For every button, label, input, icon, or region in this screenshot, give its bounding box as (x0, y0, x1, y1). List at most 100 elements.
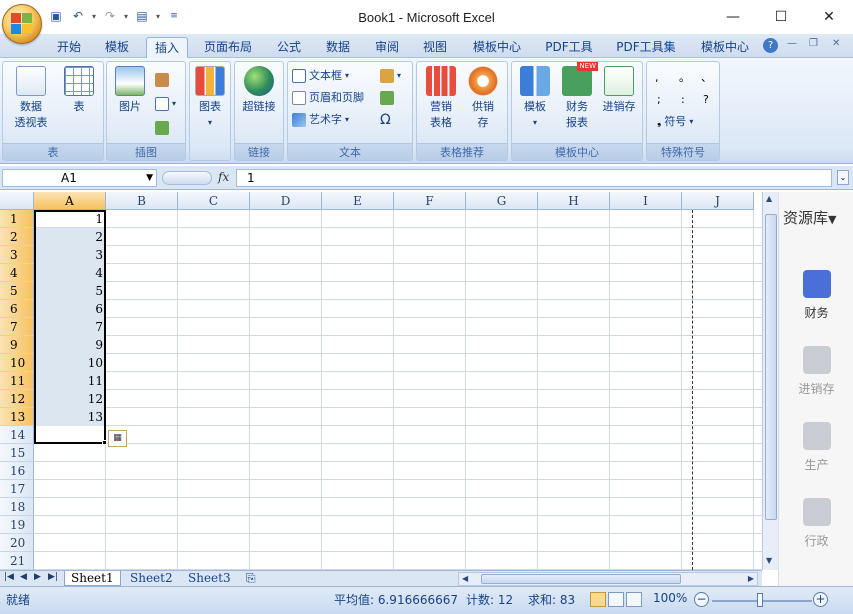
picture-button[interactable]: 图片 (111, 66, 149, 115)
header-footer-button[interactable]: 页眉和页脚 (292, 88, 364, 108)
row-header[interactable]: 1 (0, 210, 34, 228)
panel-title[interactable]: 资源库▼ (783, 207, 836, 228)
panel-item-production[interactable]: 生产 (779, 422, 853, 473)
symbol-comma-button[interactable]: , (655, 68, 659, 88)
tab-data[interactable]: 数据 (318, 37, 358, 58)
cell-a[interactable] (34, 498, 106, 516)
symbol-period-button[interactable]: 。 (679, 68, 690, 88)
row-header[interactable]: 18 (0, 498, 34, 516)
cell-a[interactable] (34, 516, 106, 534)
auto-fill-options-icon[interactable]: ▦ (108, 430, 127, 447)
row-header[interactable]: 6 (0, 300, 34, 318)
insert-function-icon[interactable]: fx (218, 170, 229, 184)
symbol-semicolon-button[interactable]: ; (657, 90, 661, 110)
insert-sheet-icon[interactable]: ⎘ (240, 571, 262, 586)
tab-home[interactable]: 开始 (50, 37, 88, 58)
clipart-button[interactable] (155, 70, 169, 90)
row-header[interactable]: 21 (0, 552, 34, 570)
row-header[interactable]: 11 (0, 372, 34, 390)
ribbon-minimize-icon[interactable]: — (787, 38, 797, 49)
row-header[interactable]: 5 (0, 282, 34, 300)
tab-page-layout[interactable]: 页面布局 (198, 37, 258, 58)
last-sheet-icon[interactable]: ▶| (48, 572, 58, 582)
panel-item-finance[interactable]: 财务 (779, 270, 853, 321)
tab-formulas[interactable]: 公式 (270, 37, 308, 58)
office-button[interactable] (2, 4, 42, 44)
row-header[interactable]: 16 (0, 462, 34, 480)
textbox-button[interactable]: 文本框 ▾ (292, 66, 349, 86)
finance-report-button[interactable]: NEW 财务 报表 (558, 62, 598, 131)
expand-formula-bar-icon[interactable]: ⌄ (837, 170, 849, 185)
tab-template-center-2[interactable]: 模板中心 (694, 37, 756, 58)
sheet-tab-2[interactable]: Sheet2 (124, 571, 179, 586)
ribbon-restore-icon[interactable]: ❐ (809, 38, 818, 49)
zoom-out-icon[interactable]: − (694, 592, 709, 607)
column-header[interactable]: F (394, 192, 466, 210)
cell-a[interactable] (34, 462, 106, 480)
symbol-button[interactable]: ❟ 符号 ▾ (657, 112, 693, 132)
row-header[interactable]: 19 (0, 516, 34, 534)
row-header[interactable]: 9 (0, 336, 34, 354)
scroll-up-icon[interactable]: ▲ (766, 194, 772, 203)
horizontal-scroll-thumb[interactable] (481, 574, 681, 584)
column-header[interactable]: J (682, 192, 754, 210)
cell-a[interactable] (34, 534, 106, 552)
tab-insert[interactable]: 插入 (146, 37, 188, 58)
column-header[interactable]: I (610, 192, 682, 210)
smartart-button[interactable] (155, 118, 169, 138)
signature-button[interactable]: ▾ (380, 66, 401, 86)
normal-view-icon[interactable] (590, 592, 606, 607)
vertical-scrollbar[interactable]: ▲ ▼ (762, 192, 778, 570)
marketing-table-button[interactable]: 营销 表格 (421, 66, 461, 131)
panel-item-admin[interactable]: 行政 (779, 498, 853, 549)
symbol-omega-button[interactable]: Ω (380, 110, 391, 130)
tab-template[interactable]: 模板 (98, 37, 136, 58)
vertical-scroll-thumb[interactable] (765, 214, 777, 520)
cell-a[interactable] (34, 444, 106, 462)
select-all-corner[interactable] (0, 192, 34, 210)
wordart-button[interactable]: 艺术字 ▾ (292, 110, 349, 130)
help-icon[interactable]: ? (763, 38, 778, 53)
column-header[interactable]: A (34, 192, 106, 210)
scroll-right-icon[interactable]: ▶ (748, 574, 754, 583)
cell-a[interactable] (34, 552, 106, 570)
close-button[interactable]: ✕ (805, 0, 853, 34)
scroll-down-icon[interactable]: ▼ (766, 556, 772, 565)
zoom-in-icon[interactable]: + (813, 592, 828, 607)
row-header[interactable]: 13 (0, 408, 34, 426)
tab-pdf-toolset[interactable]: PDF工具集 (610, 37, 682, 58)
tab-pdf-tools[interactable]: PDF工具 (540, 37, 598, 58)
tab-template-center[interactable]: 模板中心 (466, 37, 528, 58)
horizontal-scrollbar[interactable]: ◀ ▶ (458, 572, 758, 586)
column-header[interactable]: B (106, 192, 178, 210)
symbol-dun-button[interactable]: 、 (701, 68, 712, 88)
supply-sales-button[interactable]: 供销 存 (463, 66, 503, 131)
maximize-button[interactable]: ☐ (757, 0, 805, 34)
formula-input[interactable]: 1 (236, 169, 832, 187)
page-break-view-icon[interactable] (626, 592, 642, 607)
shapes-button[interactable]: ▾ (155, 94, 176, 114)
pivot-table-button[interactable]: 数据 透视表 (7, 66, 55, 131)
row-header[interactable]: 7 (0, 318, 34, 336)
row-header[interactable]: 2 (0, 228, 34, 246)
minimize-button[interactable]: — (709, 0, 757, 34)
next-sheet-icon[interactable]: ▶ (34, 572, 41, 582)
worksheet-grid[interactable]: ABCDEFGHIJ 1 2 3 4 5 6 7 9 10 11 12 13 14 15 16 17 18 19 2… (0, 192, 762, 570)
row-header[interactable]: 20 (0, 534, 34, 552)
scroll-left-icon[interactable]: ◀ (462, 574, 468, 583)
row-header[interactable]: 4 (0, 264, 34, 282)
row-header[interactable]: 3 (0, 246, 34, 264)
formula-bar-splitter[interactable] (162, 171, 212, 185)
row-header[interactable]: 12 (0, 390, 34, 408)
row-header[interactable]: 17 (0, 480, 34, 498)
chart-button[interactable]: 图表 ▾ (193, 66, 227, 131)
symbol-colon-button[interactable]: : (681, 90, 685, 110)
row-header[interactable]: 10 (0, 354, 34, 372)
name-box[interactable]: A1 ▼ (2, 169, 157, 187)
row-header[interactable]: 14 (0, 426, 34, 444)
column-header[interactable]: G (466, 192, 538, 210)
column-header[interactable]: C (178, 192, 250, 210)
column-header[interactable]: D (250, 192, 322, 210)
first-sheet-icon[interactable]: |◀ (4, 572, 14, 582)
name-box-dropdown-icon[interactable]: ▼ (146, 170, 153, 186)
